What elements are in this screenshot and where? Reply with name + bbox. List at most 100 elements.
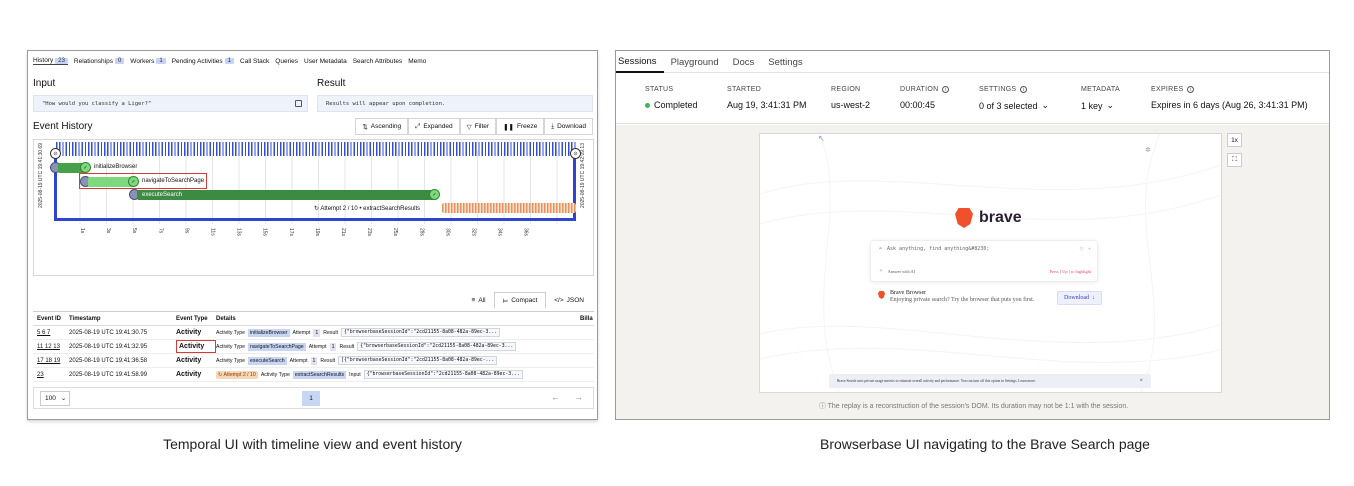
expanded-button[interactable]: ⤢ Expanded [408,118,460,135]
answer-ai-label[interactable]: Answer with AI [888,269,915,274]
page-number-button[interactable]: 1 [302,391,320,406]
nav-docs[interactable]: Docs [726,51,762,73]
nav-sessions[interactable]: Sessions [616,51,664,73]
table-row[interactable]: 23 2025-08-19 UTC 19:41:58.99 Activity ↻ At… [33,368,594,382]
tab-relationships[interactable]: Relationships 0 [73,57,125,65]
activity-type-value: extractSearchResults [292,370,347,379]
brave-lion-small-icon [878,291,885,299]
copy-icon[interactable] [295,100,302,107]
view-json-button[interactable]: </> JSON [546,292,592,308]
axis-tick-label: 30s [444,228,450,237]
event-details: Activity Type navigateToSearchPage Attempt… [216,342,594,351]
start-marker-icon[interactable]: ⊙ [50,148,61,159]
attempt-text: Attempt 2 / 10 [223,371,256,378]
view-toggle: ≡ All ⊨ Compact </> JSON [464,292,592,308]
payload-value[interactable]: {"browserbaseSessionId":"2cd21155-8a08-4… [341,328,501,337]
previous-page-icon[interactable]: ← [551,392,560,402]
cursor-icon: ↖ [818,134,825,143]
privacy-text: Brave Search uses private usage metrics … [837,379,1036,383]
end-marker-icon[interactable]: ⊙ [570,148,581,159]
check-icon[interactable]: ✓ [128,176,139,187]
table-row[interactable]: 17 18 19 2025-08-19 UTC 19:41:36.58 Activi… [33,354,594,368]
axis-tick-label: 15s [262,228,268,237]
download-button[interactable]: ⤓ Download [544,118,593,135]
next-page-icon[interactable]: → [574,392,583,402]
meta-settings: SETTINGS i 0 of 3 selected ⌄ [979,86,1049,111]
replay-area: ↖ ✲ brave ⌕ Ask anything, find anything&… [616,125,1329,419]
bar-extract-results-pending[interactable] [442,203,576,213]
payload-value[interactable]: [{"browserbaseSessionId":"2cd21155-8a08-… [338,356,498,365]
activity-type-value: navigateToSearchPage [248,342,306,351]
tab-call-stack[interactable]: Call Stack [240,57,269,65]
table-row[interactable]: 11 12 13 2025-08-19 UTC 19:41:32.95 Activi… [33,340,594,354]
tab-queries[interactable]: Queries [275,57,298,65]
tab-pending-activities[interactable]: Pending Activities 1 [171,57,235,65]
expanded-label: Expanded [423,123,453,130]
event-ids[interactable]: 17 18 19 [37,358,69,364]
page-size-select[interactable]: 100 ⌄ [40,390,70,406]
download-icon: ⤓ [551,122,555,130]
mic-icon[interactable]: ◌ [1080,246,1083,252]
header-event-id: Event ID [37,315,62,322]
axis-tick-label: 11s [210,228,216,236]
ascending-button[interactable]: ⇅ Ascending [355,118,409,135]
check-icon[interactable]: ✓ [429,189,440,200]
fullscreen-icon[interactable]: ⛶ [1227,153,1242,167]
payload-value[interactable]: {"browserbaseSessionId":"2cd21155-8a08-4… [357,342,517,351]
axis-tick-label: 7s [157,228,163,234]
info-icon[interactable]: i [942,86,950,93]
metadata-value: 1 key [1081,100,1103,111]
event-details: Activity Type initializeBrowser Attempt 1 Re… [216,328,594,337]
history-controls: ⇅ Ascending ⤢ Expanded ▽ Filter ❚❚ Freeze ⤓ D… [355,118,593,135]
bar-label-extract-results: ↻ Attempt 2 / 10 • extractSearchResults [314,205,420,212]
attempt-label: Attempt [308,343,327,350]
attempt-value: 1 [329,342,337,351]
metadata-dropdown[interactable]: 1 key ⌄ [1081,100,1120,111]
view-all-button[interactable]: ≡ All [464,292,494,308]
freeze-label: Freeze [516,123,538,130]
payload-value[interactable]: {"browserbaseSessionId":"2cd21155-8a08-4… [363,370,523,379]
chevron-down-icon: ⌄ [60,395,67,402]
freeze-button[interactable]: ❚❚ Freeze [496,118,545,135]
chevron-down-icon: ⌄ [1106,100,1115,110]
activity-type-label: Activity Type [216,357,246,364]
tab-workers[interactable]: Workers 1 [130,57,166,65]
tab-label: History [33,57,54,64]
axis-tick-label: 5s [131,228,137,234]
nav-playground[interactable]: Playground [664,51,726,73]
download-brave-button[interactable]: Download ↓ [1057,291,1102,305]
event-ids[interactable]: 5 6 7 [37,330,69,336]
tab-badge: 23 [55,57,68,64]
axis-tick-label: 3s [105,228,111,234]
table-row[interactable]: 5 6 7 2025-08-19 UTC 19:41:30.75 Activity A… [33,326,594,340]
settings-dropdown[interactable]: 0 of 3 selected ⌄ [979,100,1049,111]
replay-footnote-text: The replay is a reconstruction of the se… [827,403,1129,410]
brave-ai-icon[interactable]: ✧ [1088,246,1091,252]
brave-search-box[interactable]: ⌕ Ask anything, find anything&#8230; ◌ ✧… [870,240,1098,282]
info-icon[interactable]: i [1187,86,1195,93]
check-icon[interactable]: ✓ [80,162,91,173]
tab-history[interactable]: History 23 [33,57,68,65]
event-ids[interactable]: 11 12 13 [37,344,69,350]
meta-duration: DURATION i 00:00:45 [900,86,950,110]
tab-badge: 0 [114,58,125,64]
nav-settings[interactable]: Settings [761,51,809,73]
session-replay-frame[interactable]: ↖ ✲ brave ⌕ Ask anything, find anything&… [759,133,1222,393]
filter-button[interactable]: ▽ Filter [459,118,497,135]
close-icon[interactable]: × [1140,378,1143,384]
settings-head-text: SETTINGS [979,86,1017,93]
tab-label: Pending Activities [171,57,223,65]
view-compact-button[interactable]: ⊨ Compact [493,292,547,308]
zoom-button[interactable]: 1x [1227,133,1242,147]
tab-memo[interactable]: Memo [408,57,426,65]
expires-head-text: EXPIRES [1151,86,1184,93]
axis-tick-label: 23s [366,228,372,237]
meta-status: STATUS Completed [645,86,698,110]
info-icon[interactable]: i [1020,86,1028,93]
event-table: Event ID Timestamp Event Type Details Bi… [33,311,594,382]
tab-label: Relationships [73,57,113,65]
tab-user-metadata[interactable]: User Metadata [304,57,347,65]
settings-gear-icon[interactable]: ✲ [1145,146,1151,154]
event-ids[interactable]: 23 [37,372,69,378]
tab-search-attributes[interactable]: Search Attributes [353,57,403,65]
